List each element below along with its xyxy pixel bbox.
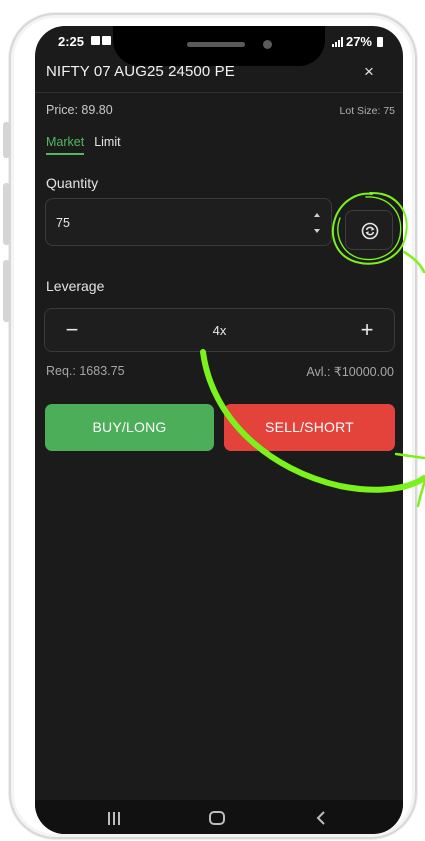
- leverage-value: 4x: [212, 323, 227, 338]
- status-right: 27%: [331, 34, 383, 49]
- recent-apps-icon[interactable]: [108, 812, 120, 825]
- order-type-tabs: Market Limit: [46, 135, 121, 155]
- volume-up-button: [3, 183, 10, 245]
- price-text: Price: 89.80: [46, 103, 113, 117]
- front-camera: [263, 40, 272, 49]
- header-divider: [35, 92, 403, 93]
- lot-size-text: Lot Size: 75: [339, 105, 395, 117]
- annotation-arrow-head-2: [416, 478, 425, 508]
- leverage-label: Leverage: [46, 278, 105, 294]
- swap-icon: [361, 222, 379, 240]
- stepper-up-icon[interactable]: [314, 213, 320, 217]
- swap-button[interactable]: [345, 210, 393, 250]
- quantity-input[interactable]: 75: [45, 198, 332, 246]
- instrument-title: NIFTY 07 AUG25 24500 PE: [46, 63, 235, 80]
- required-margin: Req.: 1683.75: [46, 364, 125, 378]
- available-margin: Avl.: ₹10000.00: [306, 365, 394, 379]
- margin-row: Req.: 1683.75 Avl.: ₹10000.00: [46, 364, 394, 379]
- quantity-stepper[interactable]: [313, 210, 323, 236]
- gallery-notification-icon: [91, 36, 100, 45]
- tab-market[interactable]: Market: [46, 135, 85, 155]
- quantity-value: 75: [56, 216, 70, 230]
- sell-short-button[interactable]: SELL/SHORT: [224, 404, 395, 451]
- status-time: 2:25: [58, 34, 85, 49]
- volume-down-button: [3, 260, 10, 322]
- back-icon[interactable]: [316, 810, 326, 831]
- battery-icon: [377, 36, 383, 47]
- tab-limit[interactable]: Limit: [94, 135, 120, 155]
- phone-screen: 2:25 27% NIFTY 07 AUG25 24500 PE × Price…: [35, 26, 403, 834]
- leverage-stepper: − 4x +: [44, 308, 395, 352]
- leverage-increase-button[interactable]: +: [355, 318, 379, 342]
- home-icon[interactable]: [209, 811, 225, 825]
- signal-icon: [331, 36, 343, 47]
- quantity-label: Quantity: [46, 175, 99, 191]
- close-icon[interactable]: ×: [359, 62, 379, 82]
- speaker-grille: [187, 42, 245, 47]
- side-button: [3, 122, 10, 158]
- price-row: Price: 89.80 Lot Size: 75: [46, 103, 395, 117]
- stepper-down-icon[interactable]: [314, 229, 320, 233]
- order-sheet-header: NIFTY 07 AUG25 24500 PE ×: [35, 58, 403, 92]
- android-nav-bar: [35, 800, 403, 834]
- battery-percent: 27%: [345, 34, 372, 49]
- buy-long-button[interactable]: BUY/LONG: [45, 404, 214, 451]
- app-notification-icon: [102, 36, 111, 45]
- notification-icons: [91, 36, 111, 45]
